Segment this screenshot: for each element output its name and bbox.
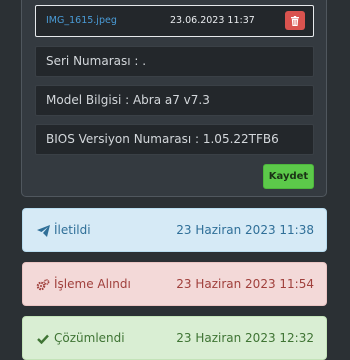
save-button[interactable]: Kaydet bbox=[263, 164, 314, 189]
status-resolved: Çözümlendi 23 Haziran 2023 12:32 bbox=[22, 316, 327, 360]
status-sent: İletildi 23 Haziran 2023 11:38 bbox=[22, 208, 327, 252]
status-processing: İşleme Alındı 23 Haziran 2023 11:54 bbox=[22, 262, 327, 306]
attachment-date: 23.06.2023 11:37 bbox=[170, 15, 255, 26]
status-label: İşleme Alındı bbox=[54, 277, 131, 291]
paper-plane-icon bbox=[36, 224, 50, 238]
status-label: Çözümlendi bbox=[54, 331, 125, 345]
bios-version-field[interactable]: BIOS Versiyon Numarası : 1.05.22TFB6 bbox=[35, 124, 314, 155]
status-date: 23 Haziran 2023 12:32 bbox=[176, 331, 314, 345]
cogs-icon bbox=[36, 278, 50, 292]
model-info-field[interactable]: Model Bilgisi : Abra a7 v7.3 bbox=[35, 85, 314, 116]
serial-number-field[interactable]: Seri Numarası : . bbox=[35, 46, 314, 77]
attachment-file-name[interactable]: IMG_1615.jpeg bbox=[46, 15, 117, 26]
status-date: 23 Haziran 2023 11:38 bbox=[176, 223, 314, 237]
delete-attachment-button[interactable] bbox=[285, 11, 305, 30]
attachment-row[interactable]: IMG_1615.jpeg 23.06.2023 11:37 bbox=[35, 5, 314, 37]
status-date: 23 Haziran 2023 11:54 bbox=[176, 277, 314, 291]
status-label: İletildi bbox=[54, 223, 91, 237]
check-icon bbox=[36, 332, 50, 346]
trash-icon bbox=[291, 15, 299, 26]
